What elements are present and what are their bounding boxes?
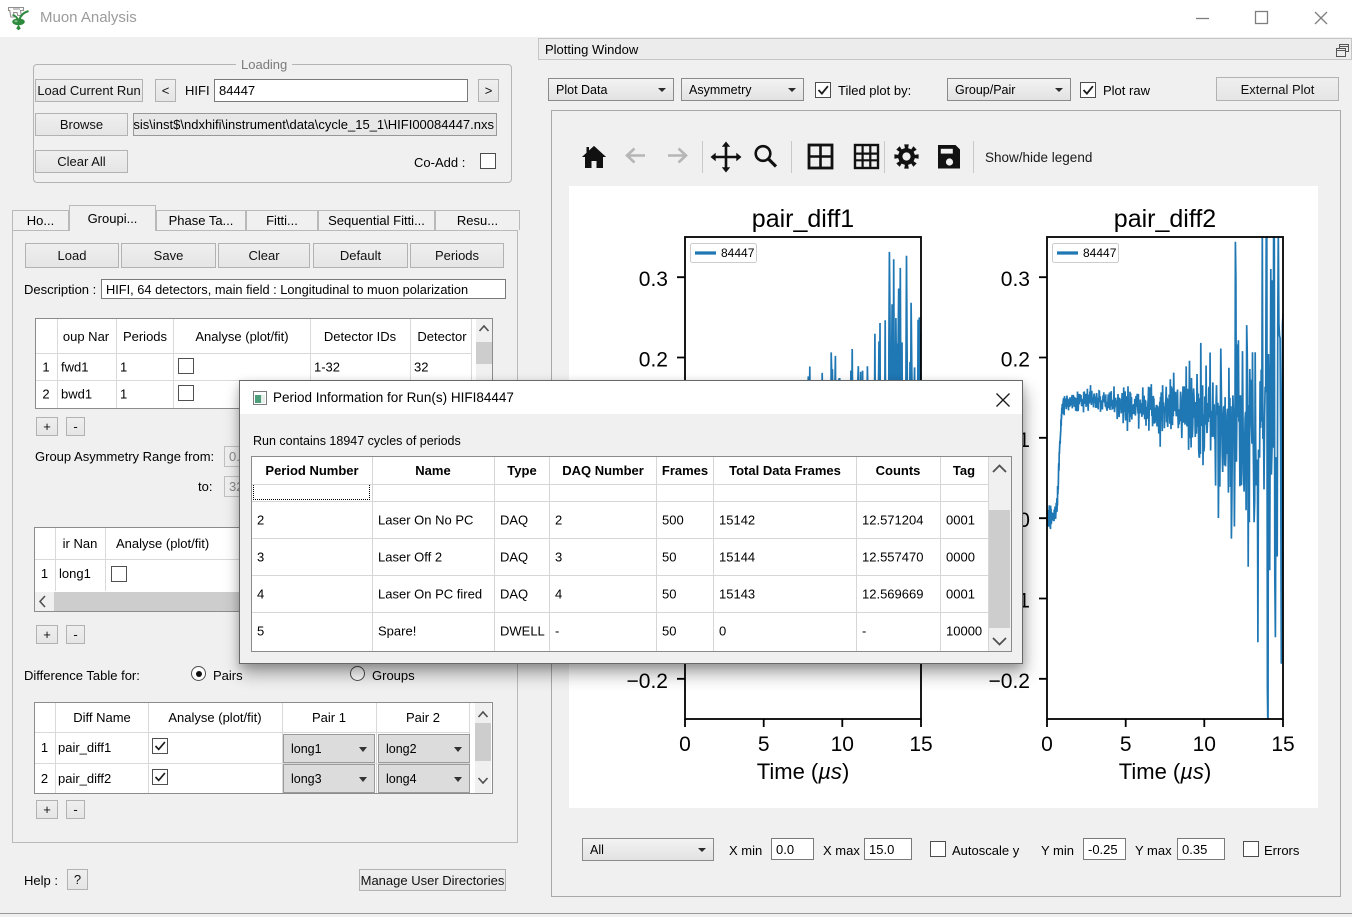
svg-text:Periods: Periods [123, 329, 168, 344]
svg-text:1: 1 [120, 387, 127, 402]
svg-text:15: 15 [909, 733, 932, 756]
svg-text:5: 5 [257, 624, 264, 639]
svg-text:12.571204: 12.571204 [862, 513, 923, 528]
svg-text:Laser On No PC: Laser On No PC [378, 513, 473, 528]
svg-text:3: 3 [555, 550, 562, 565]
svg-text:15: 15 [1271, 733, 1294, 756]
svg-text:Pair 2: Pair 2 [406, 710, 440, 725]
svg-text:long1: long1 [291, 742, 322, 756]
svg-text:long2: long2 [386, 742, 417, 756]
svg-text:long3: long3 [291, 772, 322, 786]
svg-text:12.557470: 12.557470 [862, 550, 923, 565]
svg-text:0: 0 [679, 733, 691, 756]
svg-text:0001: 0001 [946, 587, 975, 602]
svg-text:Time (µs): Time (µs) [757, 759, 850, 784]
svg-text:DAQ: DAQ [500, 587, 528, 602]
svg-text:15142: 15142 [719, 513, 755, 528]
svg-text:Analyse (plot/fit): Analyse (plot/fit) [168, 710, 261, 725]
svg-text:2: 2 [42, 387, 49, 402]
svg-text:84447: 84447 [721, 246, 755, 260]
svg-text:0: 0 [719, 624, 726, 639]
svg-text:0001: 0001 [946, 513, 975, 528]
svg-text:5: 5 [1120, 733, 1132, 756]
svg-text:0.2: 0.2 [1001, 349, 1030, 372]
svg-text:2: 2 [41, 771, 48, 786]
svg-text:4: 4 [555, 587, 562, 602]
svg-text:DAQ: DAQ [500, 550, 528, 565]
svg-text:DAQ Number: DAQ Number [562, 463, 644, 478]
svg-text:0000: 0000 [946, 550, 975, 565]
svg-text:1-32: 1-32 [314, 360, 340, 375]
svg-text:ir Nan: ir Nan [63, 536, 98, 551]
svg-text:pair_diff2: pair_diff2 [1114, 205, 1216, 233]
svg-text:long4: long4 [386, 772, 417, 786]
svg-text:Type: Type [507, 463, 536, 478]
svg-text:-: - [862, 624, 866, 639]
svg-text:500: 500 [662, 513, 684, 528]
svg-text:Counts: Counts [876, 463, 921, 478]
svg-text:Detector IDs: Detector IDs [324, 329, 397, 344]
svg-text:0.3: 0.3 [1001, 268, 1030, 291]
svg-text:0.3: 0.3 [639, 268, 668, 291]
svg-text:Laser Off 2: Laser Off 2 [378, 550, 442, 565]
svg-text:pair_diff2: pair_diff2 [58, 771, 111, 786]
svg-text:10: 10 [1193, 733, 1216, 756]
svg-text:50: 50 [662, 550, 676, 565]
svg-text:Diff Name: Diff Name [73, 710, 131, 725]
svg-text:−0.2: −0.2 [989, 670, 1030, 693]
svg-text:Period Number: Period Number [265, 463, 358, 478]
svg-text:Name: Name [415, 463, 450, 478]
svg-text:pair_diff1: pair_diff1 [752, 205, 854, 233]
svg-text:Laser On PC fired: Laser On PC fired [378, 587, 482, 602]
svg-text:pair_diff1: pair_diff1 [58, 740, 111, 755]
svg-text:1: 1 [120, 360, 127, 375]
svg-text:84447: 84447 [1083, 246, 1117, 260]
svg-text:fwd1: fwd1 [61, 360, 88, 375]
svg-text:-: - [555, 624, 559, 639]
svg-text:long1: long1 [59, 566, 91, 581]
svg-text:Pair 1: Pair 1 [312, 710, 346, 725]
svg-text:oup Nar: oup Nar [63, 329, 110, 344]
svg-text:DAQ: DAQ [500, 513, 528, 528]
svg-text:Tag: Tag [953, 463, 975, 478]
svg-text:5: 5 [758, 733, 770, 756]
svg-text:15143: 15143 [719, 587, 755, 602]
svg-text:2: 2 [555, 513, 562, 528]
svg-text:10000: 10000 [946, 624, 982, 639]
svg-text:12.569669: 12.569669 [862, 587, 923, 602]
svg-text:1: 1 [41, 566, 48, 581]
svg-text:Detector: Detector [417, 329, 467, 344]
svg-text:0.2: 0.2 [639, 349, 668, 372]
svg-text:DWELL: DWELL [500, 624, 545, 639]
svg-text:Time (µs): Time (µs) [1119, 759, 1212, 784]
svg-text:3: 3 [257, 550, 264, 565]
svg-text:2: 2 [257, 513, 264, 528]
svg-text:10: 10 [831, 733, 854, 756]
svg-text:1: 1 [41, 740, 48, 755]
svg-text:−0.2: −0.2 [627, 670, 668, 693]
svg-text:4: 4 [257, 587, 264, 602]
svg-text:0: 0 [1041, 733, 1053, 756]
svg-text:bwd1: bwd1 [61, 387, 92, 402]
svg-text:Analyse (plot/fit): Analyse (plot/fit) [195, 329, 288, 344]
svg-text:32: 32 [414, 360, 428, 375]
svg-text:50: 50 [662, 624, 676, 639]
svg-text:Total Data Frames: Total Data Frames [729, 463, 841, 478]
svg-text:Spare!: Spare! [378, 624, 416, 639]
svg-text:1: 1 [42, 360, 49, 375]
svg-text:50: 50 [662, 587, 676, 602]
svg-text:15144: 15144 [719, 550, 755, 565]
svg-text:Frames: Frames [662, 463, 708, 478]
svg-text:Analyse (plot/fit): Analyse (plot/fit) [116, 536, 209, 551]
